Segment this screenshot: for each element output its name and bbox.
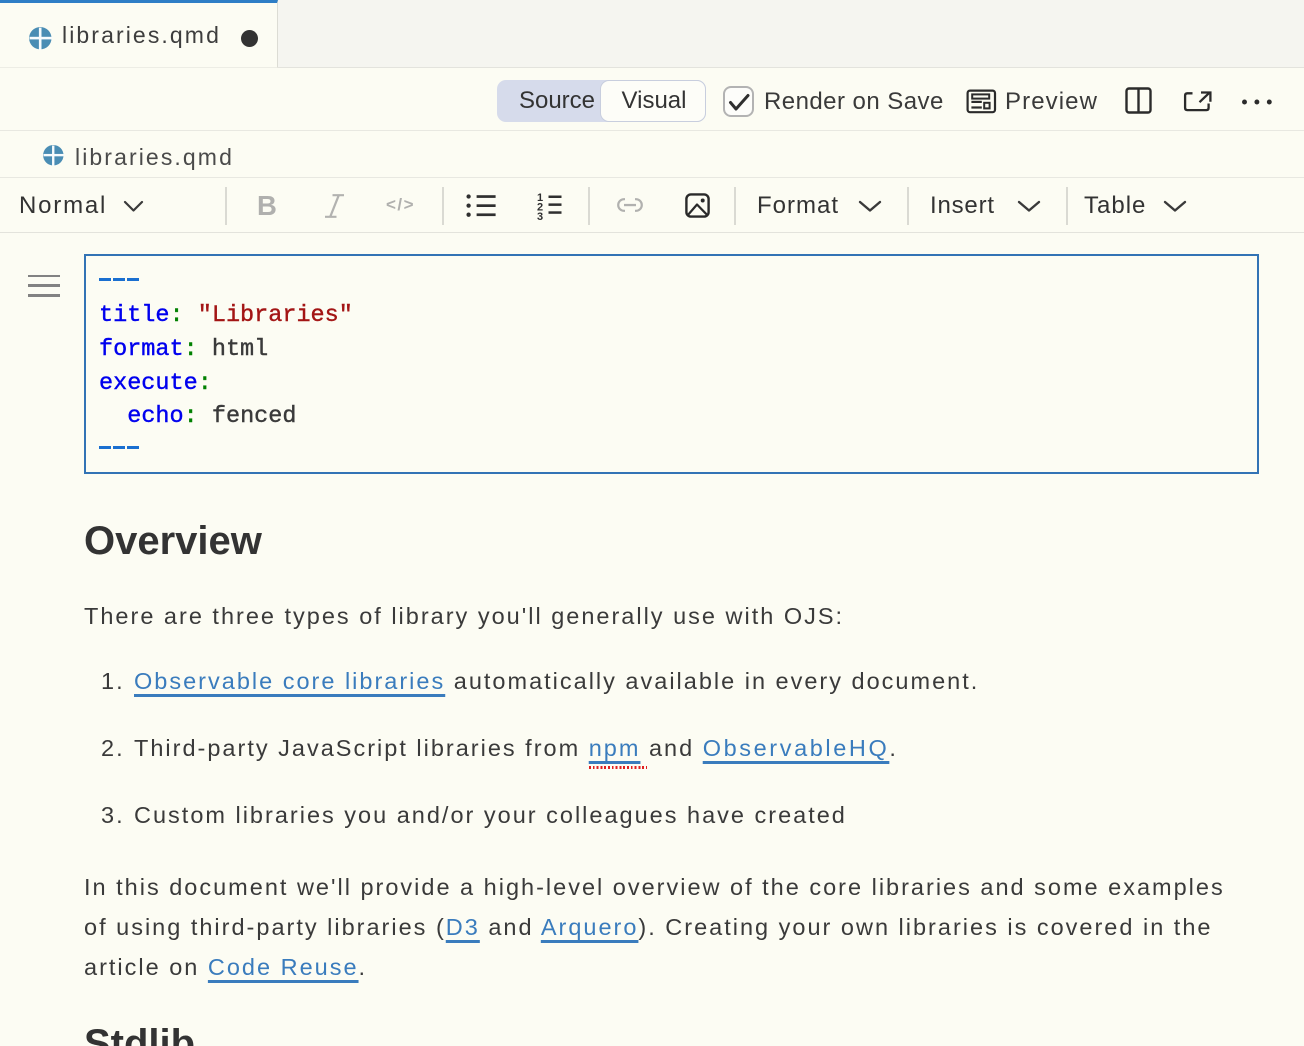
- svg-text:3: 3: [537, 211, 543, 221]
